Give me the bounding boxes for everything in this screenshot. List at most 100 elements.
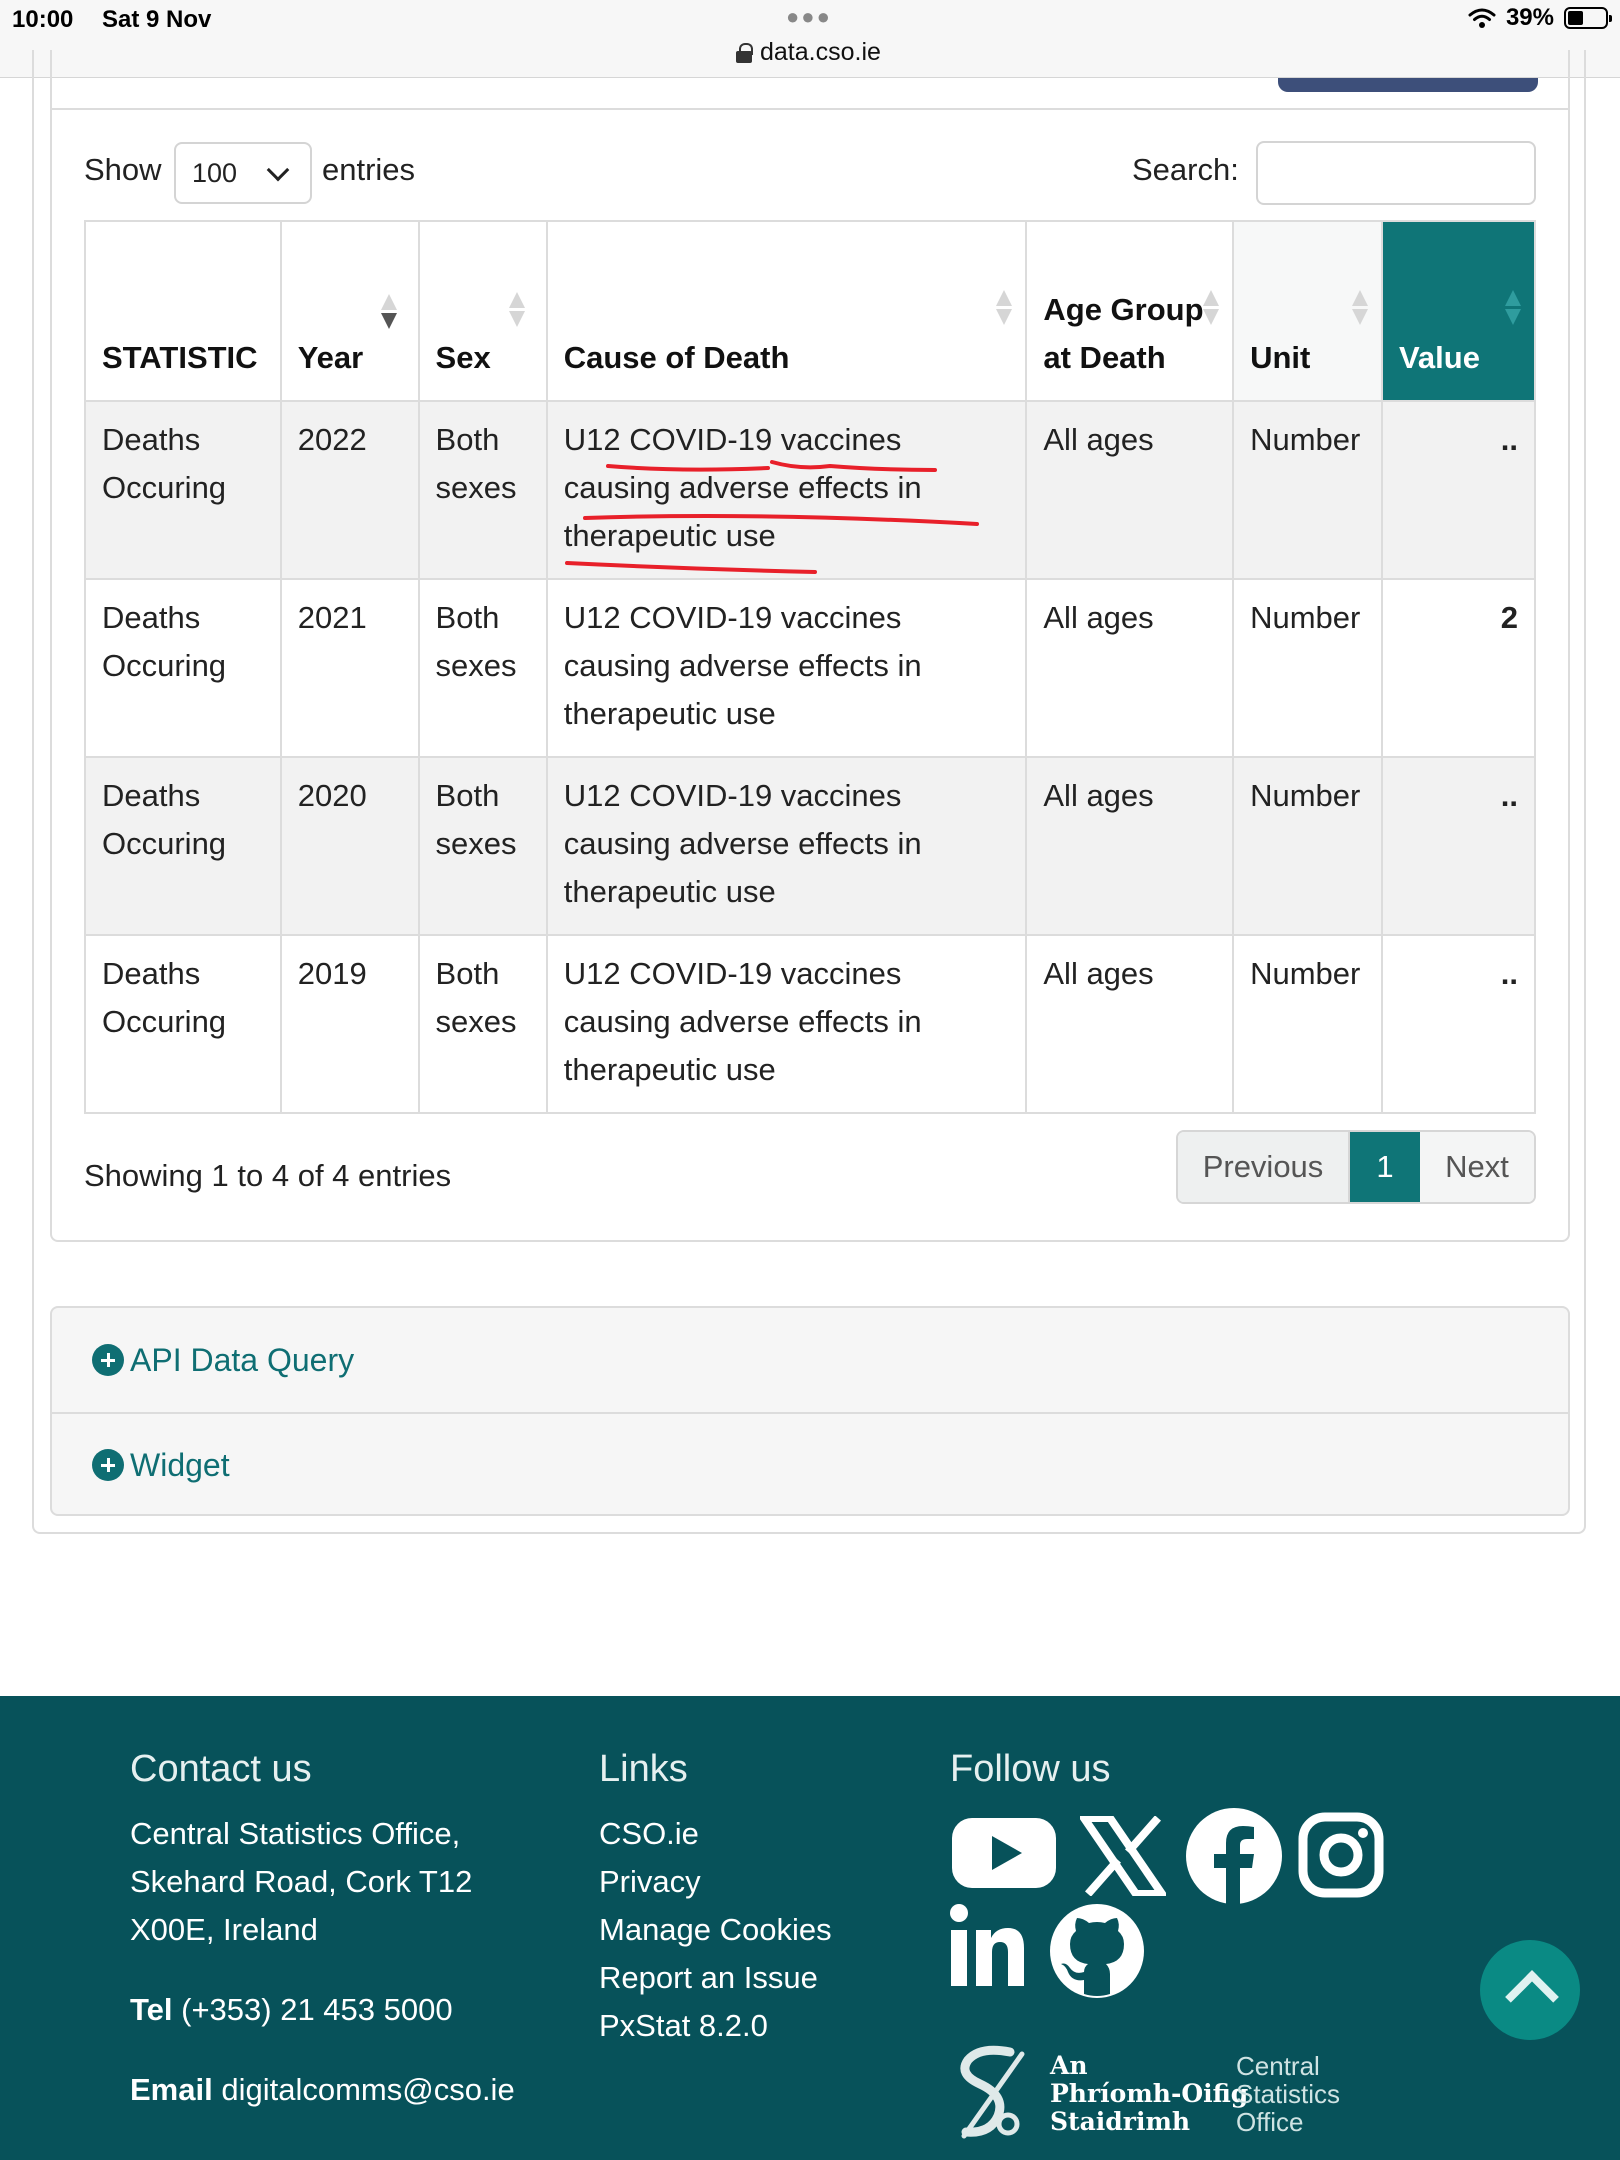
cell-statistic: Deaths Occuring	[84, 756, 282, 936]
cell-age-group: All ages	[1025, 756, 1235, 936]
cell-sex: Both sexes	[417, 578, 548, 758]
column-header-cause-of-death[interactable]: Cause of Death	[545, 220, 1028, 402]
contact-address: Central Statistics Office, Skehard Road,…	[130, 1810, 472, 1954]
email-label: Email	[130, 2072, 213, 2107]
plus-circle-icon	[92, 1449, 124, 1481]
instagram-icon[interactable]	[1298, 1812, 1384, 1898]
cell-unit: Number	[1232, 756, 1383, 936]
cell-statistic: Deaths Occuring	[84, 400, 282, 580]
logo-english-text: Central Statistics Office	[1236, 2052, 1340, 2136]
cell-sex: Both sexes	[417, 756, 548, 936]
column-header-sex[interactable]: Sex	[417, 220, 548, 402]
wifi-icon	[1468, 8, 1496, 28]
offscreen-button[interactable]	[1278, 78, 1538, 92]
previous-page-button[interactable]: Previous	[1178, 1132, 1350, 1202]
email-link[interactable]: digitalcomms@cso.ie	[221, 2072, 514, 2107]
youtube-icon[interactable]	[952, 1816, 1056, 1890]
search-input[interactable]	[1256, 141, 1536, 205]
cell-value: ..	[1380, 756, 1537, 936]
cell-unit: Number	[1232, 578, 1383, 758]
cell-age-group: All ages	[1025, 578, 1235, 758]
sort-descending-icon	[380, 294, 398, 330]
tel-value[interactable]: (+353) 21 453 5000	[181, 1992, 452, 2027]
contact-tel: Tel (+353) 21 453 5000	[130, 1986, 453, 2034]
logo-line: Central	[1236, 2051, 1320, 2081]
cell-year: 2020	[279, 756, 420, 936]
cell-cause: U12 COVID-19 vaccines causing adverse ef…	[545, 934, 1028, 1114]
entries-per-page-value: 100	[192, 157, 238, 188]
column-header-age-group[interactable]: Age Group at Death	[1025, 220, 1235, 402]
contact-email: Email digitalcomms@cso.ie	[130, 2066, 515, 2114]
cell-cause: U12 COVID-19 vaccines causing adverse ef…	[545, 578, 1028, 758]
cell-cause: U12 COVID-19 vaccines causing adverse ef…	[545, 756, 1028, 936]
cell-unit: Number	[1232, 400, 1383, 580]
address-line: X00E, Ireland	[130, 1912, 318, 1947]
links-heading: Links	[599, 1748, 688, 1790]
link-cso[interactable]: CSO.ie	[599, 1810, 832, 1858]
logo-line: Statistics	[1236, 2079, 1341, 2109]
column-header-value[interactable]: Value	[1380, 220, 1537, 402]
footer-links: CSO.ie Privacy Manage Cookies Report an …	[599, 1810, 832, 2050]
plus-circle-icon	[92, 1344, 124, 1376]
logo-line: Staidrimh	[1050, 2107, 1191, 2136]
column-header-statistic[interactable]: STATISTIC	[84, 220, 282, 402]
table-row: Deaths Occuring 2022 Both sexes U12 COVI…	[84, 400, 1537, 580]
cell-year: 2021	[279, 578, 420, 758]
next-page-button[interactable]: Next	[1420, 1132, 1534, 1202]
logo-line: An	[1050, 2051, 1088, 2080]
sort-icon	[1202, 290, 1220, 326]
link-report-issue[interactable]: Report an Issue	[599, 1954, 832, 2002]
chevron-down-icon	[266, 158, 290, 182]
cell-age-group: All ages	[1025, 400, 1235, 580]
clock: 10:00	[12, 6, 74, 33]
sort-icon	[1351, 290, 1369, 326]
card-divider	[52, 108, 1568, 110]
sort-icon	[1504, 290, 1522, 326]
table-row: Deaths Occuring 2019 Both sexes U12 COVI…	[84, 934, 1537, 1114]
link-pxstat[interactable]: PxStat 8.2.0	[599, 2002, 832, 2050]
cell-year: 2019	[279, 934, 420, 1114]
widget-label: Widget	[130, 1446, 230, 1483]
battery-icon	[1564, 7, 1612, 29]
column-header-unit[interactable]: Unit	[1232, 220, 1383, 402]
battery-percent: 39%	[1505, 4, 1554, 31]
column-header-year[interactable]: Year	[279, 220, 420, 402]
table-row: Deaths Occuring 2020 Both sexes U12 COVI…	[84, 756, 1537, 936]
logo-line: Office	[1236, 2107, 1304, 2137]
link-privacy[interactable]: Privacy	[599, 1858, 832, 1906]
cso-logo-icon[interactable]	[950, 2044, 1034, 2140]
more-dots-icon[interactable]: ●●●	[786, 4, 832, 30]
cell-cause: U12 COVID-19 vaccines causing adverse ef…	[545, 400, 1028, 580]
api-data-query-label: API Data Query	[130, 1341, 355, 1378]
linkedin-icon[interactable]	[950, 1904, 1024, 1988]
logo-irish-text: An Phríomh-Oifig Staidrimh	[1050, 2052, 1248, 2136]
github-icon[interactable]	[1050, 1904, 1144, 1998]
table-info: Showing 1 to 4 of 4 entries	[84, 1158, 452, 1193]
sort-icon	[995, 290, 1013, 326]
cell-statistic: Deaths Occuring	[84, 578, 282, 758]
cell-year: 2022	[279, 400, 420, 580]
link-manage-cookies[interactable]: Manage Cookies	[599, 1906, 832, 1954]
contact-heading: Contact us	[130, 1748, 312, 1790]
cell-sex: Both sexes	[417, 934, 548, 1114]
site-footer: Contact us Central Statistics Office, Sk…	[0, 1696, 1620, 2160]
back-to-top-button[interactable]	[1480, 1940, 1580, 2040]
cell-value: 2	[1380, 578, 1537, 758]
length-suffix: entries	[322, 152, 416, 187]
sort-icon	[508, 292, 526, 328]
facebook-icon[interactable]	[1186, 1808, 1282, 1904]
api-data-query-toggle[interactable]: API Data Query	[52, 1308, 1568, 1412]
cell-value: ..	[1380, 934, 1537, 1114]
table-header-row: STATISTIC Year Sex Cause of Death Age Gr…	[84, 220, 1537, 402]
entries-per-page-select[interactable]: 100	[174, 142, 312, 204]
x-icon[interactable]	[1080, 1816, 1166, 1896]
status-indicators: 39%	[1468, 4, 1612, 32]
data-table: STATISTIC Year Sex Cause of Death Age Gr…	[84, 220, 1537, 1114]
address-line: Skehard Road, Cork T12	[130, 1864, 473, 1899]
widget-toggle[interactable]: Widget	[52, 1412, 1568, 1514]
date: Sat 9 Nov	[102, 6, 212, 33]
logo-line: Phríomh-Oifig	[1050, 2079, 1249, 2108]
table-row: Deaths Occuring 2021 Both sexes U12 COVI…	[84, 578, 1537, 758]
page-1-button[interactable]: 1	[1350, 1132, 1420, 1202]
cell-statistic: Deaths Occuring	[84, 934, 282, 1114]
